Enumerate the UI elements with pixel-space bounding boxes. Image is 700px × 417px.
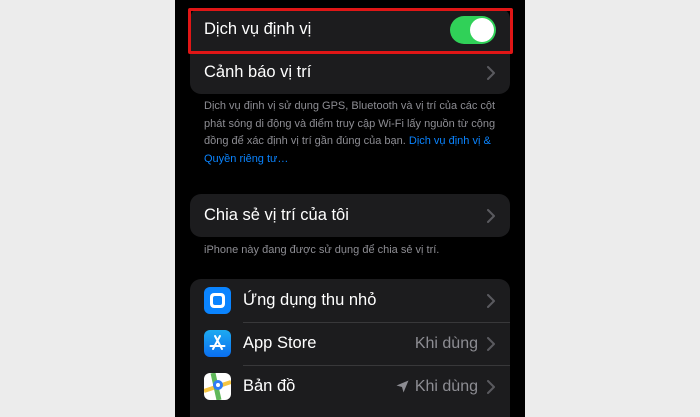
app-label: App Store [243, 334, 317, 352]
location-services-row: Dịch vụ định vị [190, 8, 510, 51]
widget-icon [204, 287, 231, 314]
location-description: Dịch vụ định vị sử dụng GPS, Bluetooth v… [204, 98, 500, 168]
share-group: Chia sẻ vị trí của tôi [190, 194, 510, 237]
app-permission-value: Khi dùng [414, 377, 478, 395]
location-arrow-icon [396, 380, 409, 393]
share-location-row[interactable]: Chia sẻ vị trí của tôi [190, 194, 510, 237]
chevron-right-icon [487, 65, 495, 80]
chevron-right-icon [487, 293, 495, 308]
settings-screen: Dịch vụ định vị Cảnh báo vị trí Dịch vụ … [175, 0, 525, 417]
chevron-right-icon [487, 379, 495, 394]
location-services-toggle[interactable] [450, 15, 496, 44]
location-alerts-label: Cảnh báo vị trí [204, 63, 312, 81]
app-label: Ứng dụng thu nhỏ [243, 291, 377, 309]
share-footnote: iPhone này đang được sử dụng để chia sẻ … [204, 244, 440, 256]
toggle-knob [470, 17, 494, 42]
location-group: Dịch vụ định vị Cảnh báo vị trí [190, 8, 510, 94]
chevron-right-icon [487, 208, 495, 223]
app-label: Bản đồ [243, 377, 296, 395]
app-row-widgets[interactable]: Ứng dụng thu nhỏ [190, 279, 510, 322]
location-services-label: Dịch vụ định vị [204, 20, 312, 38]
app-row-maps[interactable]: Bản đồ Khi dùng [190, 365, 510, 408]
app-row-app-store[interactable]: App Store Khi dùng [190, 322, 510, 365]
share-location-label: Chia sẻ vị trí của tôi [204, 206, 349, 224]
maps-icon [204, 373, 231, 400]
apps-group: Ứng dụng thu nhỏ App Store Khi dùng Bản … [190, 279, 510, 417]
chevron-right-icon [487, 336, 495, 351]
app-store-icon [204, 330, 231, 357]
app-permission-value: Khi dùng [414, 334, 478, 352]
location-alerts-row[interactable]: Cảnh báo vị trí [190, 51, 510, 94]
